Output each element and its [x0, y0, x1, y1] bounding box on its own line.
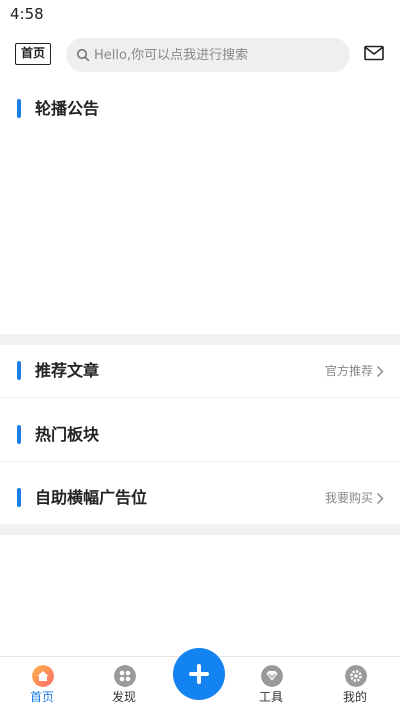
- status-bar: 4:58: [0, 0, 400, 28]
- official-recommend-link[interactable]: 官方推荐: [325, 348, 384, 394]
- tab-home[interactable]: 首页: [2, 657, 82, 710]
- section-accent-bar: [17, 361, 21, 380]
- settings-icon: [345, 665, 367, 687]
- section-title-recommended: 推荐文章: [35, 361, 100, 380]
- tab-discover-label: 发现: [111, 690, 136, 704]
- search-input[interactable]: [94, 38, 344, 72]
- chevron-right-icon: [377, 492, 384, 504]
- buy-label: 我要购买: [324, 491, 373, 505]
- divider: [0, 397, 400, 398]
- tab-tools-label: 工具: [258, 690, 283, 704]
- section-accent-bar: [17, 425, 21, 444]
- section-accent-bar: [17, 488, 21, 507]
- add-post-button[interactable]: [173, 648, 225, 700]
- chevron-right-icon: [377, 365, 384, 377]
- tab-mine-label: 我的: [342, 690, 367, 704]
- discover-icon: [114, 665, 136, 687]
- search-box[interactable]: [66, 38, 350, 72]
- official-recommend-label: 官方推荐: [324, 364, 373, 378]
- status-time: 4:58: [10, 5, 44, 23]
- tab-discover[interactable]: 发现: [84, 657, 164, 710]
- section-gap: [0, 524, 400, 535]
- mail-icon[interactable]: [364, 45, 384, 61]
- section-title-announcement: 轮播公告: [35, 99, 100, 118]
- search-icon: [76, 48, 90, 62]
- announcement-carousel[interactable]: [0, 132, 400, 334]
- tab-mine[interactable]: 我的: [315, 657, 395, 710]
- banner-ads-section-header[interactable]: 自助横幅广告位 我要购买: [0, 475, 400, 521]
- divider: [0, 461, 400, 462]
- section-accent-bar: [17, 99, 21, 118]
- tab-tools[interactable]: 工具: [231, 657, 311, 710]
- home-icon: [32, 665, 54, 687]
- section-title-banner-ads: 自助横幅广告位: [35, 488, 148, 507]
- plus-icon: [189, 664, 209, 684]
- home-badge[interactable]: 首页: [15, 43, 51, 65]
- buy-link[interactable]: 我要购买: [325, 475, 384, 521]
- section-gap: [0, 334, 400, 345]
- section-title-hot-boards: 热门板块: [35, 425, 100, 444]
- tab-home-label: 首页: [29, 690, 54, 704]
- recommended-section-header[interactable]: 推荐文章 官方推荐: [0, 348, 400, 394]
- tools-icon: [261, 665, 283, 687]
- hot-boards-section-header[interactable]: 热门板块: [0, 412, 400, 458]
- top-bar: 首页: [0, 36, 400, 74]
- announcement-section-header: 轮播公告: [0, 86, 400, 132]
